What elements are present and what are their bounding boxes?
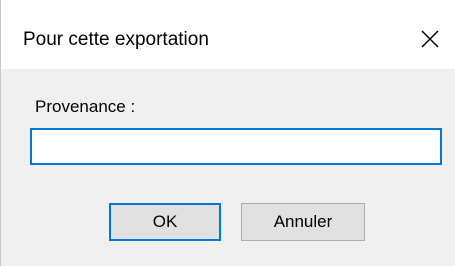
provenance-input[interactable] bbox=[30, 128, 442, 165]
title-bar: Pour cette exportation bbox=[1, 0, 455, 69]
close-icon bbox=[421, 30, 439, 48]
dialog-title: Pour cette exportation bbox=[23, 29, 209, 50]
ok-button[interactable]: OK bbox=[109, 203, 221, 241]
export-dialog: Pour cette exportation Provenance : OK A… bbox=[0, 0, 455, 266]
provenance-label: Provenance : bbox=[35, 97, 136, 116]
close-button[interactable] bbox=[409, 20, 451, 58]
cancel-button[interactable]: Annuler bbox=[241, 203, 365, 241]
